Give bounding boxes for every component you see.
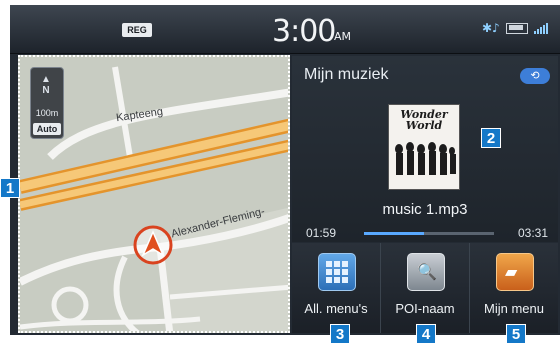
all-menus-button[interactable]: All. menu's (292, 243, 380, 333)
time-current: 01:59 (306, 226, 337, 240)
callout-1: 1 (0, 178, 20, 198)
signal-icon (533, 22, 548, 34)
all-menus-label: All. menu's (304, 301, 368, 316)
my-menu-button[interactable]: ▰ Mijn menu (469, 243, 558, 333)
map-scale-control[interactable]: ▲ N 100m Auto (30, 67, 64, 139)
folder-icon: ▰ (496, 253, 534, 291)
bluetooth-audio-icon: ✱♪ (482, 21, 500, 35)
reg-badge: REG (122, 23, 152, 37)
status-icons: ✱♪ (482, 21, 548, 35)
callout-5: 5 (506, 324, 526, 344)
head-unit-screen: REG 3:00 AM ✱♪ Kapteeng Alexander-Flemin… (10, 5, 560, 335)
progress-fill (364, 232, 424, 235)
navigation-map[interactable]: Kapteeng Alexander-Fleming- ▲ N 100m Auto (18, 55, 290, 333)
track-name: music 1.mp3 (382, 201, 468, 218)
compass-label: N (42, 85, 50, 96)
album-cover: Wonder World (388, 104, 460, 190)
compass-icon[interactable]: ▲ N (37, 74, 55, 98)
my-menu-label: Mijn menu (484, 301, 544, 316)
clock-time: 3:00 (272, 14, 336, 49)
poi-name-button[interactable]: 🔍 POI-naam (380, 243, 469, 333)
progress-bar[interactable] (364, 232, 494, 235)
callout-3: 3 (330, 324, 350, 344)
media-panel[interactable]: Mijn muziek ⟲ Wonder World music 1.mp3 0… (292, 56, 558, 242)
repeat-icon[interactable]: ⟲ (520, 68, 550, 84)
battery-icon (505, 22, 528, 34)
callout-4: 4 (416, 324, 436, 344)
poi-search-icon: 🔍 (407, 253, 445, 291)
album-art-figures (395, 142, 456, 175)
grid-menu-icon (318, 253, 356, 291)
poi-name-label: POI-naam (395, 301, 455, 316)
auto-zoom-button[interactable]: Auto (33, 123, 61, 135)
clock-ampm: AM (334, 30, 352, 43)
status-bar: REG 3:00 AM ✱♪ (10, 5, 560, 54)
time-total: 03:31 (517, 226, 548, 240)
quick-menu: All. menu's 🔍 POI-naam ▰ Mijn menu (292, 243, 558, 333)
map-scale-value: 100m (35, 108, 59, 118)
callout-2: 2 (481, 128, 501, 148)
media-title: Mijn muziek (304, 66, 389, 83)
